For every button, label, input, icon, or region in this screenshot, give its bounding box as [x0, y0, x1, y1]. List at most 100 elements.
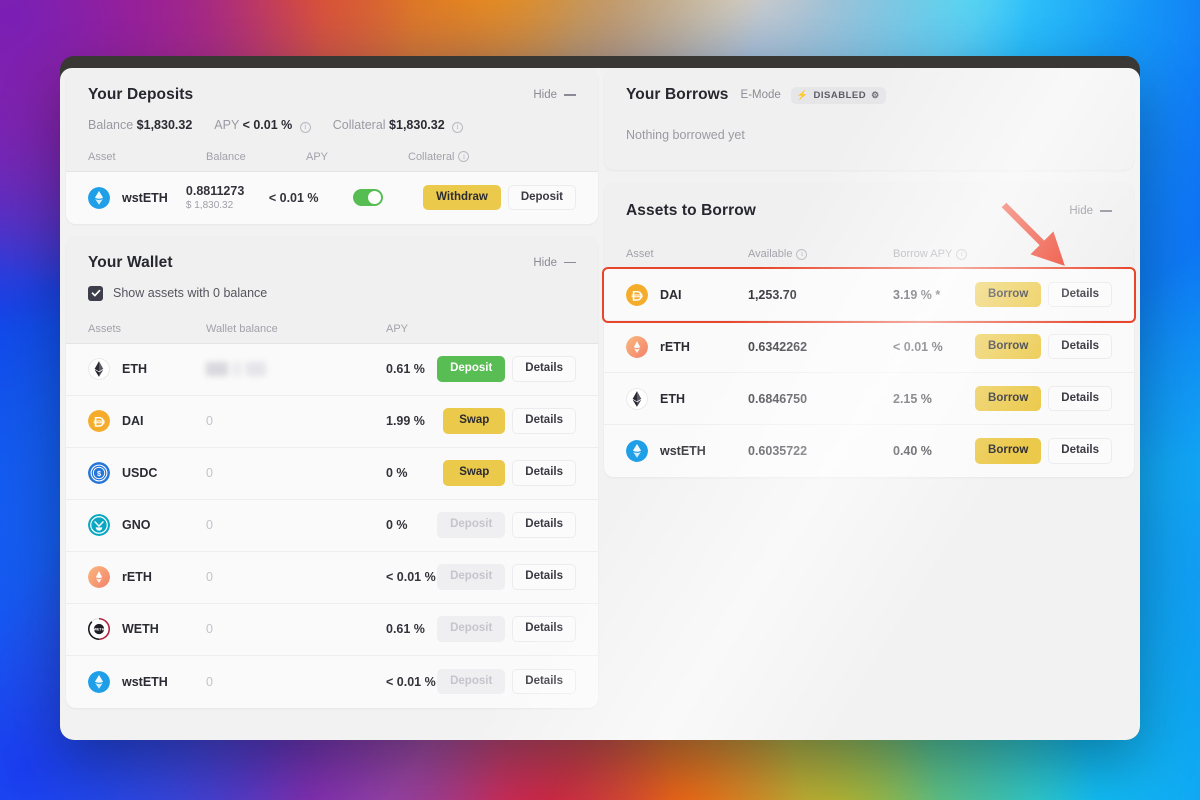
borrow-button[interactable]: Borrow: [975, 333, 1042, 360]
summary-balance-label: Balance: [88, 118, 134, 133]
your-wallet-card: Your Wallet Hide Show assets with 0 bala…: [66, 235, 598, 708]
row-asset-cell: wstETH: [88, 186, 186, 209]
table-row: $ USDC 0 0 % Swap Details: [66, 447, 598, 500]
details-button[interactable]: Details: [1048, 385, 1112, 412]
details-button[interactable]: Details: [1048, 438, 1112, 464]
summary-collateral: Collateral $1,830.32 i: [332, 118, 464, 133]
row-borrow-apy-cell: < 0.01 %: [893, 339, 943, 354]
details-button[interactable]: Details: [512, 616, 576, 642]
info-icon[interactable]: i: [299, 121, 311, 133]
row-balance-cell: 0: [206, 673, 386, 691]
swap-button[interactable]: Swap: [443, 460, 506, 486]
balance-amount: 0.8811273: [185, 184, 245, 198]
row-balance-cell: 0: [206, 568, 386, 586]
col-borrow-apy: Borrow APY i: [893, 248, 968, 260]
table-row: GNO 0 0 % Deposit Details: [66, 499, 598, 552]
table-row: DAI 0 1.99 % Swap Details: [66, 395, 598, 448]
wallet-balance-value: 0: [206, 414, 213, 428]
asset-symbol: USDC: [122, 466, 158, 480]
table-row: wstETH 0 < 0.01 % Deposit Details: [66, 655, 598, 708]
row-asset-cell: WETH WETH: [88, 618, 206, 640]
row-actions: Swap Details: [443, 460, 576, 486]
row-actions: Borrow Details: [975, 281, 1112, 308]
wsteth-icon: [626, 440, 648, 462]
summary-balance-value: $1,830.32: [136, 118, 193, 133]
wallet-balance-value: 0: [206, 674, 213, 689]
info-icon[interactable]: i: [452, 121, 464, 133]
summary-collateral-value: $1,830.32: [389, 118, 445, 132]
emode-status-badge[interactable]: ⚡ DISABLED ⚙: [790, 86, 886, 104]
col-collateral: Collateral i: [408, 151, 470, 163]
info-icon[interactable]: i: [796, 248, 808, 260]
details-button[interactable]: Details: [512, 408, 576, 434]
summary-balance: Balance $1,830.32: [88, 118, 192, 132]
gear-icon[interactable]: ⚙: [871, 90, 880, 100]
details-button[interactable]: Details: [512, 668, 576, 695]
col-wallet-balance: Wallet balance: [206, 322, 278, 335]
col-assets: Assets: [88, 322, 122, 335]
emode-label: E-Mode: [740, 89, 781, 101]
summary-apy-label: APY: [214, 118, 240, 132]
your-deposits-hide-button[interactable]: Hide: [533, 89, 576, 101]
asset-symbol: WETH: [122, 622, 159, 636]
balance-usd: $ 1,830.32: [185, 200, 234, 211]
details-button[interactable]: Details: [1048, 333, 1112, 360]
row-apy-cell: 0.61 %: [386, 622, 425, 636]
svg-text:$: $: [97, 469, 101, 478]
asset-symbol: DAI: [660, 287, 682, 302]
row-asset-cell: wstETH: [88, 670, 206, 693]
asset-symbol: wstETH: [122, 674, 168, 689]
details-button[interactable]: Details: [512, 460, 576, 486]
row-borrow-apy-cell: 2.15 %: [893, 391, 932, 406]
borrow-button[interactable]: Borrow: [975, 438, 1042, 464]
asset-symbol: ETH: [122, 362, 147, 376]
usdc-icon: $: [88, 462, 110, 484]
details-button[interactable]: Details: [1048, 281, 1112, 308]
details-button[interactable]: Details: [512, 564, 576, 590]
your-wallet-title: Your Wallet: [88, 253, 173, 271]
row-available-cell: 0.6846750: [748, 391, 808, 406]
borrow-button[interactable]: Borrow: [975, 385, 1042, 412]
assets-to-borrow-title: Assets to Borrow: [626, 202, 756, 219]
swap-button[interactable]: Swap: [443, 408, 506, 434]
deposit-button[interactable]: Deposit: [507, 184, 576, 211]
info-icon[interactable]: i: [956, 248, 968, 260]
row-asset-cell: rETH: [626, 335, 748, 358]
emode-status-text: DISABLED: [813, 89, 867, 101]
table-row: DAI 1,253.70 3.19 % * Borrow Details: [604, 269, 1134, 321]
details-button[interactable]: Details: [512, 356, 576, 382]
row-collateral-cell: [353, 189, 423, 206]
row-apy-cell: 0 %: [386, 518, 408, 532]
wallet-rows: ETH 0.61 % Deposit Details DAI 0 1.99 % Swap Det…: [66, 343, 598, 708]
summary-collateral-label: Collateral: [332, 118, 386, 132]
wallet-balance-value: 0: [206, 466, 213, 480]
row-balance-cell: [206, 362, 386, 376]
dai-icon: [88, 410, 110, 432]
reth-icon: [88, 566, 110, 588]
your-wallet-header: Your Wallet Hide: [66, 236, 598, 276]
row-borrow-apy-cell: 0.40 %: [893, 444, 932, 458]
col-asset: Asset: [626, 248, 654, 260]
wallet-balance-value: 0: [206, 518, 213, 532]
borrows-empty-message: Nothing borrowed yet: [626, 128, 745, 142]
table-row: wstETH 0.8811273 $ 1,830.32 < 0.01 % Wit…: [66, 171, 598, 224]
withdraw-button[interactable]: Withdraw: [423, 184, 501, 211]
row-asset-cell: $ USDC: [88, 462, 206, 484]
col-apy: APY: [306, 150, 329, 163]
row-available-cell: 1,253.70: [748, 287, 797, 302]
details-button[interactable]: Details: [512, 512, 576, 538]
hide-dash-icon: [564, 94, 576, 96]
show-zero-balance-checkbox[interactable]: [88, 285, 103, 301]
info-icon[interactable]: i: [458, 151, 470, 162]
asset-symbol: wstETH: [122, 190, 168, 205]
borrow-button[interactable]: Borrow: [975, 281, 1042, 308]
collateral-toggle[interactable]: [353, 189, 384, 206]
your-wallet-hide-button[interactable]: Hide: [533, 257, 576, 269]
deposit-button[interactable]: Deposit: [437, 356, 506, 382]
assets-to-borrow-hide-button[interactable]: Hide: [1069, 205, 1112, 217]
row-asset-cell: GNO: [88, 514, 206, 536]
row-balance-cell: 0.8811273 $ 1,830.32: [186, 184, 269, 211]
asset-symbol: DAI: [122, 414, 144, 428]
asset-symbol: ETH: [660, 391, 685, 406]
deposit-button: Deposit: [437, 564, 506, 590]
